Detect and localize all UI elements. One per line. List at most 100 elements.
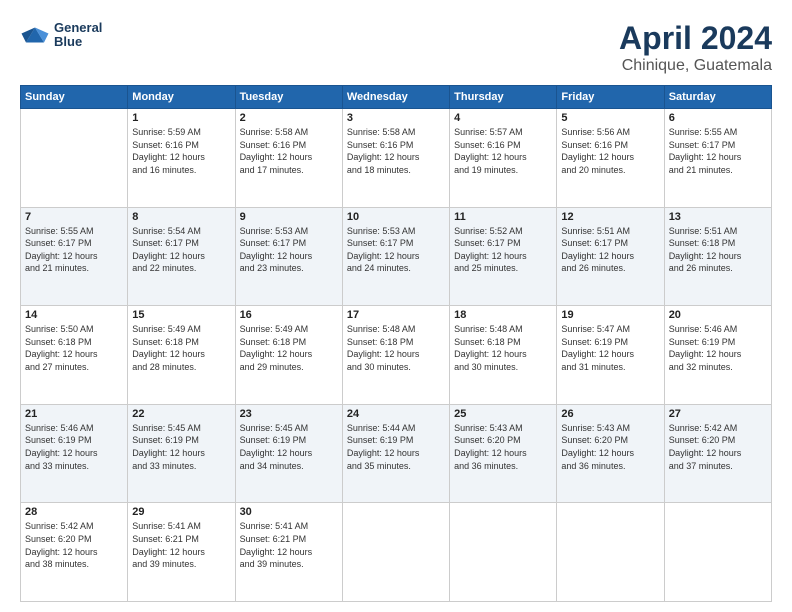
day-info: Sunrise: 5:52 AMSunset: 6:17 PMDaylight:…	[454, 225, 552, 275]
week-row-1: 7 Sunrise: 5:55 AMSunset: 6:17 PMDaylight…	[21, 207, 772, 306]
calendar-cell: 2 Sunrise: 5:58 AMSunset: 6:16 PMDaylight…	[235, 109, 342, 208]
calendar-cell: 21Sunrise: 5:46 AMSunset: 6:19 PMDayligh…	[21, 404, 128, 503]
calendar-cell: 6 Sunrise: 5:55 AMSunset: 6:17 PMDaylight…	[664, 109, 771, 208]
day-number: 7	[25, 211, 123, 223]
day-info: Sunrise: 5:50 AMSunset: 6:18 PMDaylight:…	[25, 323, 123, 373]
calendar-cell	[450, 503, 557, 602]
calendar-cell: 11 Sunrise: 5:52 AMSunset: 6:17 PMDayligh…	[450, 207, 557, 306]
day-number: 13	[669, 211, 767, 223]
day-number: 27	[669, 408, 767, 420]
calendar-cell: 19 Sunrise: 5:47 AMSunset: 6:19 PMDayligh…	[557, 306, 664, 405]
day-info: Sunrise: 5:45 AMSunset: 6:19 PMDaylight:…	[132, 422, 230, 472]
day-info: Sunrise: 5:48 AMSunset: 6:18 PMDaylight:…	[454, 323, 552, 373]
day-number: 19	[561, 309, 659, 321]
week-row-3: 21Sunrise: 5:46 AMSunset: 6:19 PMDayligh…	[21, 404, 772, 503]
day-info: Sunrise: 5:55 AMSunset: 6:17 PMDaylight:…	[669, 126, 767, 176]
day-info: Sunrise: 5:53 AMSunset: 6:17 PMDaylight:…	[240, 225, 338, 275]
week-row-2: 14 Sunrise: 5:50 AMSunset: 6:18 PMDayligh…	[21, 306, 772, 405]
calendar-cell: 5 Sunrise: 5:56 AMSunset: 6:16 PMDaylight…	[557, 109, 664, 208]
day-info: Sunrise: 5:51 AMSunset: 6:17 PMDaylight:…	[561, 225, 659, 275]
day-number: 8	[132, 211, 230, 223]
day-number: 5	[561, 112, 659, 124]
day-number: 26	[561, 408, 659, 420]
day-info: Sunrise: 5:56 AMSunset: 6:16 PMDaylight:…	[561, 126, 659, 176]
location-subtitle: Chinique, Guatemala	[619, 57, 772, 75]
day-info: Sunrise: 5:42 AMSunset: 6:20 PMDaylight:…	[25, 520, 123, 570]
calendar-cell: 15Sunrise: 5:49 AMSunset: 6:18 PMDayligh…	[128, 306, 235, 405]
col-header-monday: Monday	[128, 86, 235, 109]
day-info: Sunrise: 5:58 AMSunset: 6:16 PMDaylight:…	[240, 126, 338, 176]
col-header-friday: Friday	[557, 86, 664, 109]
day-info: Sunrise: 5:49 AMSunset: 6:18 PMDaylight:…	[132, 323, 230, 373]
calendar-cell: 18 Sunrise: 5:48 AMSunset: 6:18 PMDayligh…	[450, 306, 557, 405]
day-number: 29	[132, 506, 230, 518]
day-info: Sunrise: 5:54 AMSunset: 6:17 PMDaylight:…	[132, 225, 230, 275]
day-info: Sunrise: 5:43 AMSunset: 6:20 PMDaylight:…	[454, 422, 552, 472]
calendar-cell: 7 Sunrise: 5:55 AMSunset: 6:17 PMDaylight…	[21, 207, 128, 306]
day-info: Sunrise: 5:45 AMSunset: 6:19 PMDaylight:…	[240, 422, 338, 472]
day-number: 16	[240, 309, 338, 321]
calendar-cell	[342, 503, 449, 602]
calendar-cell: 8 Sunrise: 5:54 AMSunset: 6:17 PMDaylight…	[128, 207, 235, 306]
day-info: Sunrise: 5:46 AMSunset: 6:19 PMDaylight:…	[25, 422, 123, 472]
day-number: 22	[132, 408, 230, 420]
week-row-4: 28Sunrise: 5:42 AMSunset: 6:20 PMDayligh…	[21, 503, 772, 602]
calendar-cell: 10Sunrise: 5:53 AMSunset: 6:17 PMDayligh…	[342, 207, 449, 306]
header-row: SundayMondayTuesdayWednesdayThursdayFrid…	[21, 86, 772, 109]
calendar-cell: 29 Sunrise: 5:41 AMSunset: 6:21 PMDayligh…	[128, 503, 235, 602]
day-info: Sunrise: 5:46 AMSunset: 6:19 PMDaylight:…	[669, 323, 767, 373]
day-number: 9	[240, 211, 338, 223]
day-info: Sunrise: 5:41 AMSunset: 6:21 PMDaylight:…	[132, 520, 230, 570]
logo-line2: Blue	[54, 35, 102, 49]
calendar-cell: 12Sunrise: 5:51 AMSunset: 6:17 PMDayligh…	[557, 207, 664, 306]
logo-icon	[20, 20, 50, 50]
calendar-cell: 23 Sunrise: 5:45 AMSunset: 6:19 PMDayligh…	[235, 404, 342, 503]
day-number: 18	[454, 309, 552, 321]
calendar-cell: 16Sunrise: 5:49 AMSunset: 6:18 PMDayligh…	[235, 306, 342, 405]
week-row-0: 1 Sunrise: 5:59 AMSunset: 6:16 PMDaylight…	[21, 109, 772, 208]
calendar-cell: 28Sunrise: 5:42 AMSunset: 6:20 PMDayligh…	[21, 503, 128, 602]
calendar-cell	[557, 503, 664, 602]
day-info: Sunrise: 5:42 AMSunset: 6:20 PMDaylight:…	[669, 422, 767, 472]
calendar-cell	[21, 109, 128, 208]
calendar-cell: 27 Sunrise: 5:42 AMSunset: 6:20 PMDayligh…	[664, 404, 771, 503]
day-number: 1	[132, 112, 230, 124]
day-info: Sunrise: 5:47 AMSunset: 6:19 PMDaylight:…	[561, 323, 659, 373]
day-number: 24	[347, 408, 445, 420]
day-number: 4	[454, 112, 552, 124]
col-header-sunday: Sunday	[21, 86, 128, 109]
day-number: 2	[240, 112, 338, 124]
calendar-cell: 24 Sunrise: 5:44 AMSunset: 6:19 PMDayligh…	[342, 404, 449, 503]
page: General Blue April 2024 Chinique, Guatem…	[0, 0, 792, 612]
calendar-cell: 26 Sunrise: 5:43 AMSunset: 6:20 PMDayligh…	[557, 404, 664, 503]
logo-line1: General	[54, 21, 102, 35]
day-number: 20	[669, 309, 767, 321]
day-number: 14	[25, 309, 123, 321]
day-info: Sunrise: 5:41 AMSunset: 6:21 PMDaylight:…	[240, 520, 338, 570]
col-header-saturday: Saturday	[664, 86, 771, 109]
logo-text: General Blue	[54, 21, 102, 50]
col-header-tuesday: Tuesday	[235, 86, 342, 109]
day-number: 30	[240, 506, 338, 518]
calendar-cell: 20 Sunrise: 5:46 AMSunset: 6:19 PMDayligh…	[664, 306, 771, 405]
day-number: 10	[347, 211, 445, 223]
day-number: 11	[454, 211, 552, 223]
calendar-cell: 13 Sunrise: 5:51 AMSunset: 6:18 PMDayligh…	[664, 207, 771, 306]
calendar-cell: 1 Sunrise: 5:59 AMSunset: 6:16 PMDaylight…	[128, 109, 235, 208]
day-info: Sunrise: 5:58 AMSunset: 6:16 PMDaylight:…	[347, 126, 445, 176]
day-info: Sunrise: 5:44 AMSunset: 6:19 PMDaylight:…	[347, 422, 445, 472]
calendar-cell: 22 Sunrise: 5:45 AMSunset: 6:19 PMDayligh…	[128, 404, 235, 503]
day-info: Sunrise: 5:43 AMSunset: 6:20 PMDaylight:…	[561, 422, 659, 472]
day-info: Sunrise: 5:59 AMSunset: 6:16 PMDaylight:…	[132, 126, 230, 176]
calendar-table: SundayMondayTuesdayWednesdayThursdayFrid…	[20, 85, 772, 602]
day-number: 23	[240, 408, 338, 420]
calendar-cell: 25Sunrise: 5:43 AMSunset: 6:20 PMDayligh…	[450, 404, 557, 503]
calendar-cell: 4Sunrise: 5:57 AMSunset: 6:16 PMDaylight…	[450, 109, 557, 208]
day-info: Sunrise: 5:51 AMSunset: 6:18 PMDaylight:…	[669, 225, 767, 275]
day-info: Sunrise: 5:55 AMSunset: 6:17 PMDaylight:…	[25, 225, 123, 275]
day-number: 6	[669, 112, 767, 124]
month-title: April 2024	[619, 20, 772, 57]
title-block: April 2024 Chinique, Guatemala	[619, 20, 772, 75]
col-header-wednesday: Wednesday	[342, 86, 449, 109]
day-info: Sunrise: 5:48 AMSunset: 6:18 PMDaylight:…	[347, 323, 445, 373]
